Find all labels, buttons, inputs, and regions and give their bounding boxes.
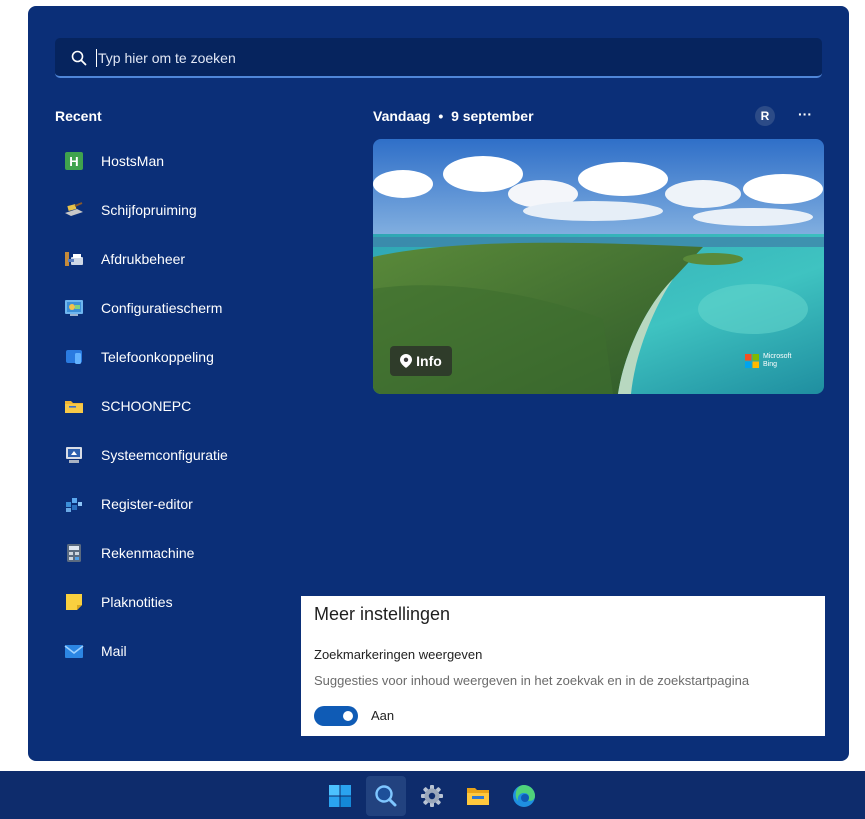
today-label: Vandaag: [373, 108, 431, 124]
today-separator: •: [438, 108, 444, 124]
recent-item-label: Mail: [101, 643, 127, 659]
folder-icon: [64, 396, 84, 416]
avatar[interactable]: R: [755, 106, 775, 126]
search-input[interactable]: [98, 47, 798, 69]
bing-line-2: Bing: [763, 361, 778, 368]
recent-item-label: Telefoonkoppeling: [101, 349, 214, 365]
recent-item-plaknotities[interactable]: Plaknotities: [64, 587, 304, 617]
recent-item-label: Rekenmachine: [101, 545, 195, 561]
bing-line-1: Microsoft: [763, 353, 792, 360]
info-label: Info: [416, 353, 442, 369]
taskbar-start-button[interactable]: [320, 776, 360, 816]
more-options-button[interactable]: ···: [794, 106, 816, 126]
taskbar-settings-button[interactable]: [412, 776, 452, 816]
recent-item-register-editor[interactable]: Register-editor: [64, 489, 304, 519]
recent-item-hostsman[interactable]: H HostsMan: [64, 146, 304, 176]
recent-item-systeemconfiguratie[interactable]: Systeemconfiguratie: [64, 440, 304, 470]
settings-gear-icon: [421, 785, 443, 807]
svg-text:H: H: [69, 154, 78, 169]
disk-cleanup-icon: [64, 200, 84, 220]
registry-editor-icon: [64, 494, 84, 514]
today-heading: Vandaag • 9 september: [373, 108, 534, 124]
settings-title: Meer instellingen: [314, 604, 451, 624]
today-date: 9 september: [451, 108, 534, 124]
setting-description: Suggesties voor inhoud weergeven in het …: [314, 673, 750, 688]
taskbar-edge-button[interactable]: [504, 776, 544, 816]
windows-start-icon: [329, 785, 351, 807]
print-management-icon: [64, 249, 84, 269]
bing-daily-image[interactable]: Info Microsoft Bing: [373, 139, 824, 394]
edge-browser-icon: [513, 785, 535, 807]
recent-item-afdrukbeheer[interactable]: Afdrukbeheer: [64, 244, 304, 274]
file-explorer-icon: [467, 788, 489, 805]
recent-item-configuratiescherm[interactable]: Configuratiescherm: [64, 293, 304, 323]
toggle-knob: [343, 711, 353, 721]
recent-item-schijfopruiming[interactable]: Schijfopruiming: [64, 195, 304, 225]
taskbar-search-button[interactable]: [366, 776, 406, 816]
taskbar: [0, 771, 865, 819]
recent-item-label: Plaknotities: [101, 594, 173, 610]
hostsman-icon: H: [64, 151, 84, 171]
more-settings-card: Meer instellingen Zoekmarkeringen weerge…: [301, 596, 825, 736]
recent-item-label: Systeemconfiguratie: [101, 447, 228, 463]
recent-item-label: Schijfopruiming: [101, 202, 197, 218]
recent-item-label: Register-editor: [101, 496, 193, 512]
search-box[interactable]: [55, 38, 822, 78]
recent-item-schoonepc[interactable]: SCHOONEPC: [64, 391, 304, 421]
recent-item-rekenmachine[interactable]: Rekenmachine: [64, 538, 304, 568]
recent-item-telefoonkoppeling[interactable]: Telefoonkoppeling: [64, 342, 304, 372]
microsoft-logo-icon: [745, 354, 759, 368]
toggle-state-label: Aan: [371, 708, 395, 723]
search-highlights-toggle[interactable]: [314, 706, 358, 726]
system-configuration-icon: [64, 445, 84, 465]
sticky-notes-icon: [64, 592, 84, 612]
search-icon: [71, 50, 87, 66]
phone-link-icon: [64, 347, 84, 367]
recent-item-mail[interactable]: Mail: [64, 636, 304, 666]
recent-item-label: HostsMan: [101, 153, 165, 169]
info-button[interactable]: Info: [390, 346, 452, 376]
calculator-icon: [64, 543, 84, 563]
text-cursor: [96, 49, 97, 67]
microsoft-bing-logo: Microsoft Bing: [745, 353, 791, 369]
recent-item-label: Configuratiescherm: [101, 300, 223, 316]
search-icon: [375, 785, 397, 807]
recent-item-label: SCHOONEPC: [101, 398, 192, 414]
mail-icon: [64, 641, 84, 661]
location-pin-icon: [400, 354, 413, 368]
recent-heading: Recent: [55, 108, 102, 124]
control-panel-icon: [64, 298, 84, 318]
bing-text: Microsoft Bing: [763, 353, 791, 369]
taskbar-file-explorer-button[interactable]: [458, 776, 498, 816]
setting-name: Zoekmarkeringen weergeven: [314, 647, 483, 662]
recent-item-label: Afdrukbeheer: [101, 251, 186, 267]
